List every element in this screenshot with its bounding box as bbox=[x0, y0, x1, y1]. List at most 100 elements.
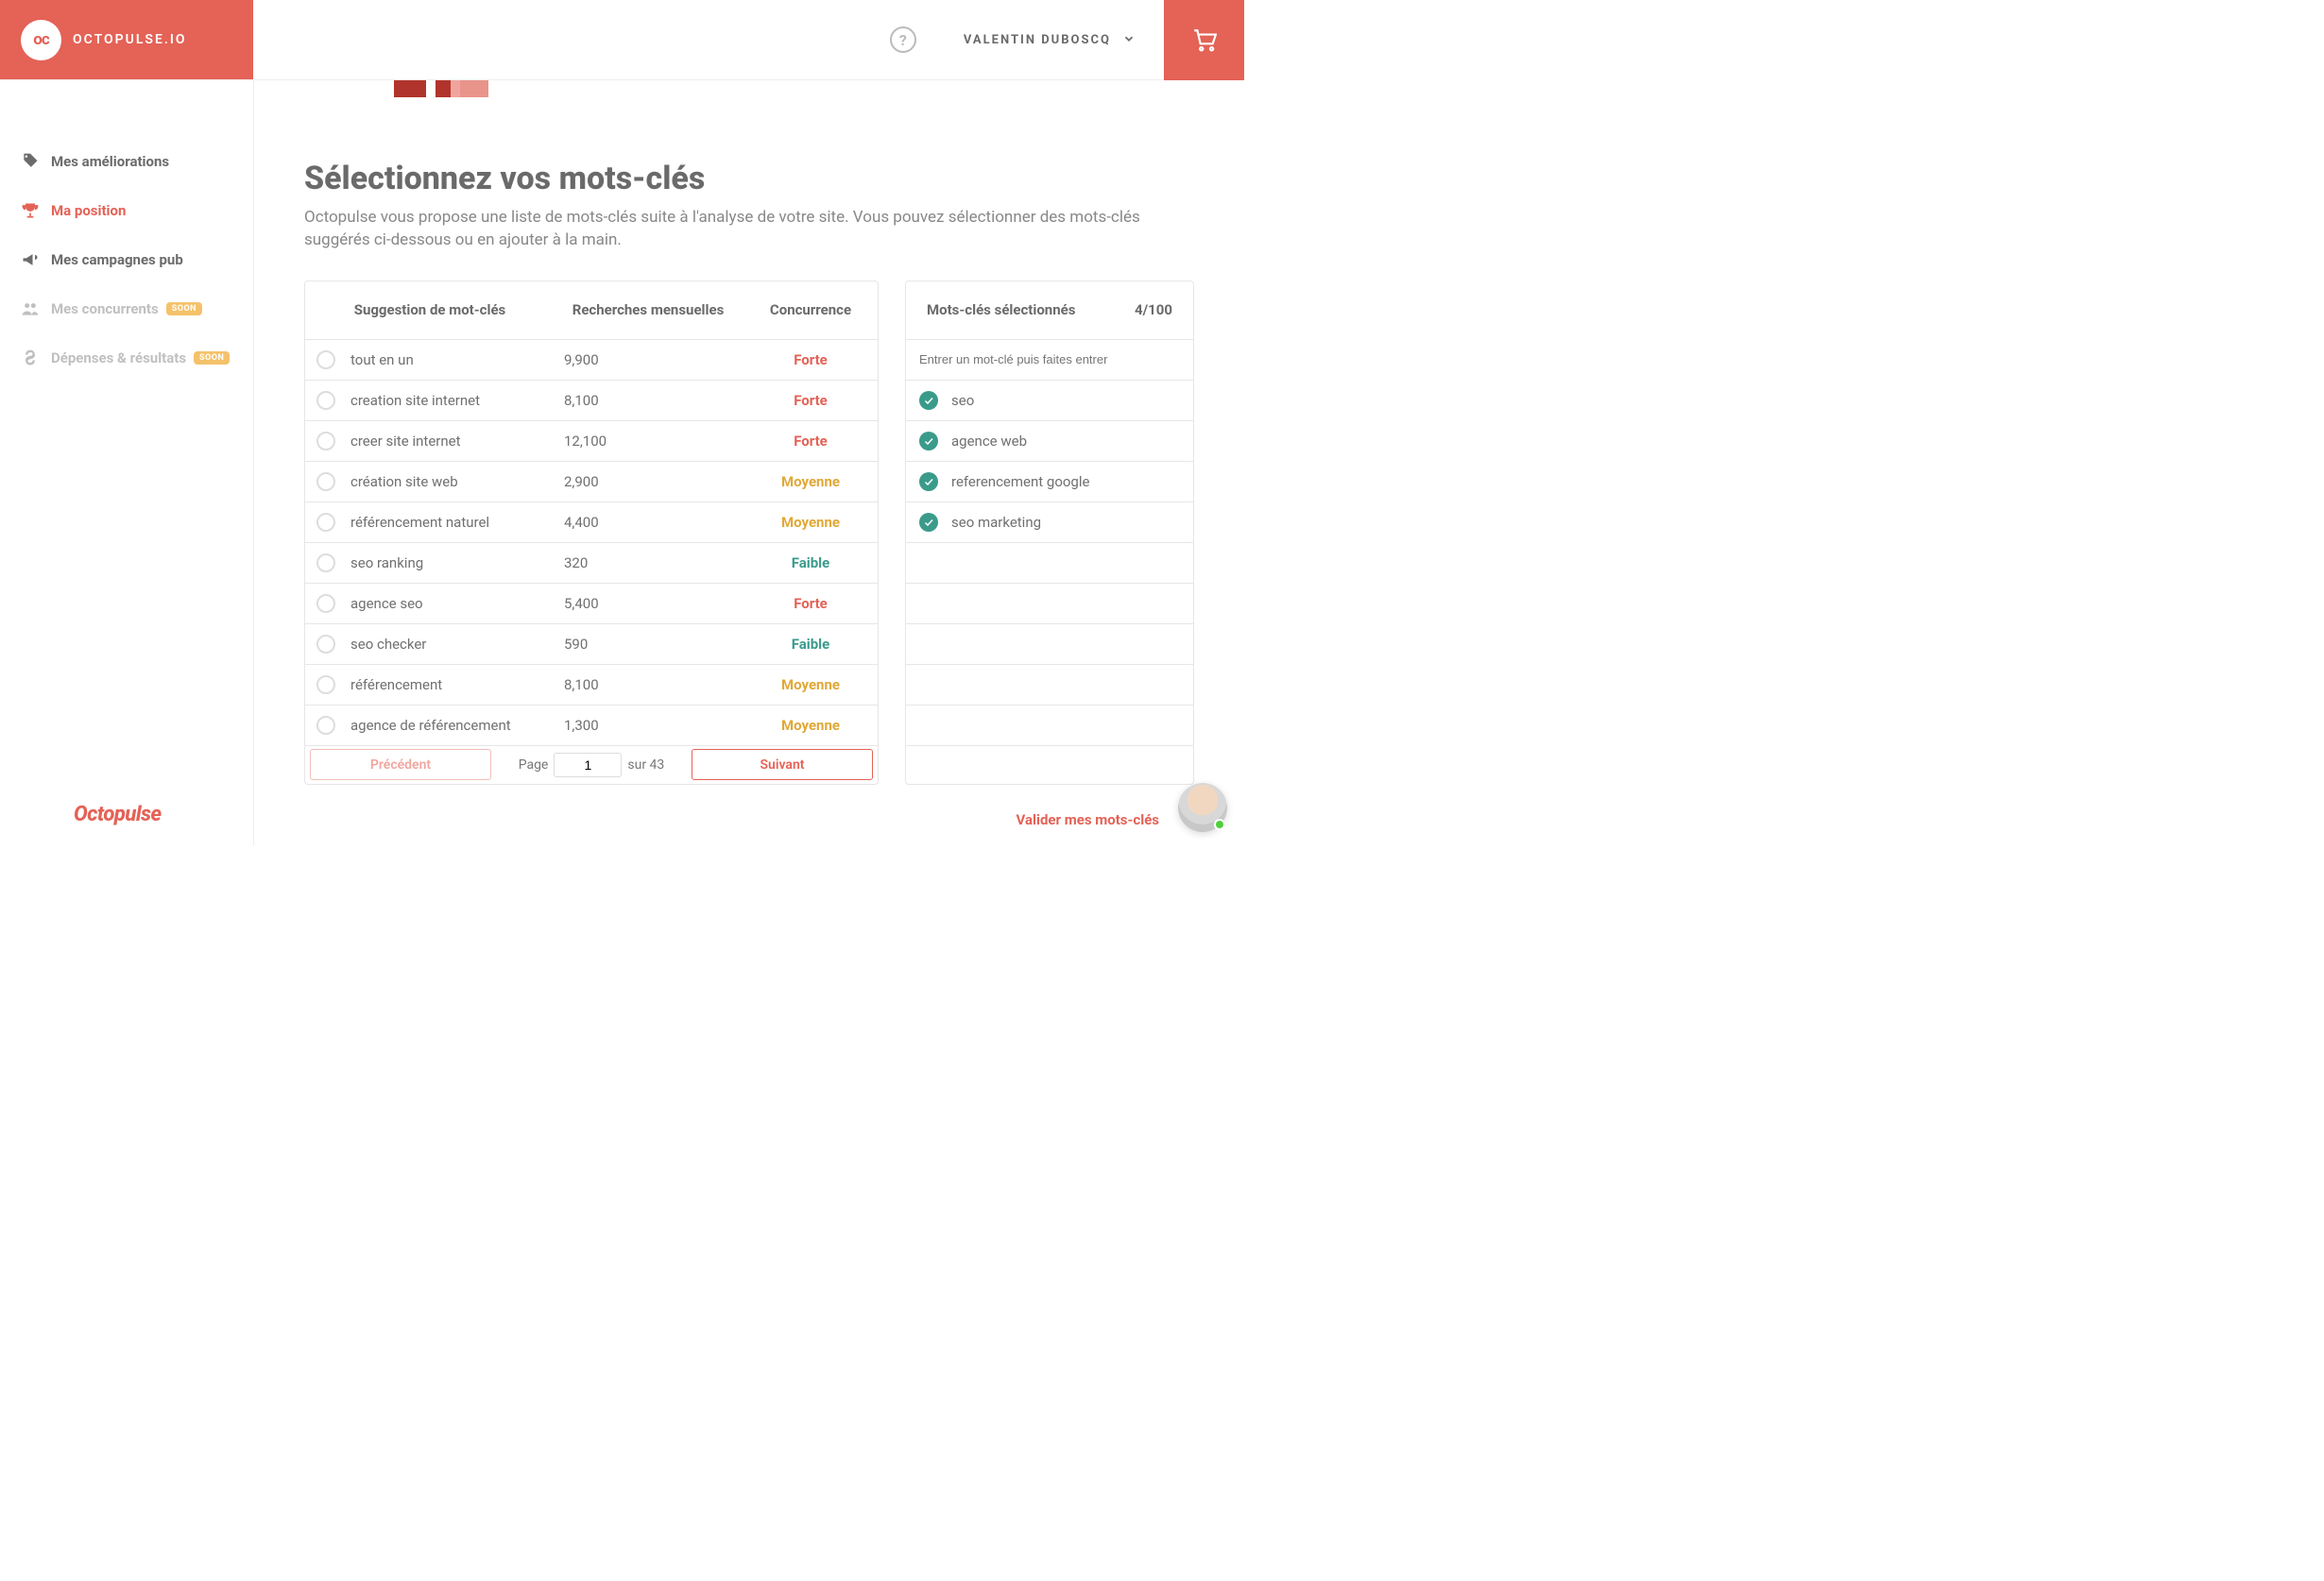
check-icon bbox=[919, 472, 938, 491]
selected-input-row bbox=[906, 340, 1193, 381]
keyword-text: agence seo bbox=[350, 595, 423, 612]
select-radio[interactable] bbox=[316, 391, 335, 410]
page-input[interactable] bbox=[554, 753, 622, 777]
empty-row bbox=[906, 665, 1193, 706]
selected-header: Mots-clés sélectionnés 4/100 bbox=[906, 281, 1193, 340]
searches-value: 1,300 bbox=[555, 717, 742, 734]
selected-keyword: agence web bbox=[951, 433, 1027, 450]
keyword-text: seo checker bbox=[350, 636, 426, 653]
suggestions-table: Suggestion de mot-clés Recherches mensue… bbox=[304, 280, 879, 785]
selected-panel: Mots-clés sélectionnés 4/100 seo agence w… bbox=[905, 280, 1194, 785]
sidebar-item-label: Ma position bbox=[51, 202, 126, 219]
competition-value: Forte bbox=[742, 595, 880, 612]
table-row: creation site internet8,100Forte bbox=[305, 381, 878, 421]
competition-value: Forte bbox=[742, 392, 880, 409]
table-row: seo ranking320Faible bbox=[305, 543, 878, 584]
keyword-text: seo ranking bbox=[350, 554, 423, 571]
selected-row[interactable]: seo marketing bbox=[906, 502, 1193, 543]
cart-icon bbox=[1192, 27, 1217, 52]
table-row: seo checker590Faible bbox=[305, 624, 878, 665]
competition-value: Forte bbox=[742, 351, 880, 368]
select-radio[interactable] bbox=[316, 635, 335, 654]
select-radio[interactable] bbox=[316, 432, 335, 450]
check-icon bbox=[919, 432, 938, 450]
page-total: sur 43 bbox=[627, 757, 664, 773]
help-icon[interactable]: ? bbox=[890, 26, 916, 53]
keyword-input[interactable] bbox=[919, 352, 1180, 366]
trophy-icon bbox=[19, 199, 42, 222]
page-subtitle: Octopulse vous propose une liste de mots… bbox=[304, 207, 1188, 252]
page-title: Sélectionnez vos mots-clés bbox=[304, 160, 1244, 197]
sidebar-item-label: Mes concurrents bbox=[51, 300, 159, 317]
keyword-text: création site web bbox=[350, 473, 458, 490]
megaphone-icon bbox=[19, 248, 42, 271]
competition-value: Moyenne bbox=[742, 717, 880, 734]
keyword-text: référencement bbox=[350, 676, 442, 693]
chart-strip bbox=[394, 80, 1244, 97]
selected-row[interactable]: referencement google bbox=[906, 462, 1193, 502]
keyword-text: creer site internet bbox=[350, 433, 461, 450]
soon-badge: SOON bbox=[166, 302, 202, 315]
selected-row[interactable]: agence web bbox=[906, 421, 1193, 462]
table-row: creer site internet12,100Forte bbox=[305, 421, 878, 462]
selected-title: Mots-clés sélectionnés bbox=[927, 301, 1075, 318]
next-button[interactable]: Suivant bbox=[692, 749, 873, 780]
competition-value: Moyenne bbox=[742, 473, 880, 490]
sidebar-item-3[interactable]: Mes concurrents SOON bbox=[0, 284, 253, 333]
people-icon bbox=[19, 298, 42, 320]
chevron-down-icon[interactable] bbox=[1122, 31, 1136, 49]
empty-row bbox=[906, 584, 1193, 624]
logo-badge: oc bbox=[21, 20, 61, 60]
select-radio[interactable] bbox=[316, 716, 335, 735]
competition-value: Faible bbox=[742, 554, 880, 571]
table-footer: Précédent Page sur 43 Suivant bbox=[305, 746, 878, 784]
header-brand: oc OCTOPULSE.IO bbox=[0, 0, 253, 79]
empty-row bbox=[906, 624, 1193, 665]
col-competition: Concurrence bbox=[742, 301, 880, 318]
table-row: référencement8,100Moyenne bbox=[305, 665, 878, 706]
validate-button[interactable]: Valider mes mots-clés bbox=[1017, 811, 1159, 828]
check-icon bbox=[919, 391, 938, 410]
table-header: Suggestion de mot-clés Recherches mensue… bbox=[305, 281, 878, 340]
table-row: tout en un9,900Forte bbox=[305, 340, 878, 381]
select-radio[interactable] bbox=[316, 472, 335, 491]
keyword-text: référencement naturel bbox=[350, 514, 489, 531]
sidebar: Mes améliorations Ma position Mes campagne… bbox=[0, 80, 253, 845]
select-radio[interactable] bbox=[316, 594, 335, 613]
sidebar-item-label: Mes campagnes pub bbox=[51, 251, 183, 268]
select-radio[interactable] bbox=[316, 675, 335, 694]
selected-keyword: seo marketing bbox=[951, 514, 1041, 531]
searches-value: 4,400 bbox=[555, 514, 742, 531]
header-right: ? VALENTIN DUBOSCQ bbox=[253, 0, 1244, 79]
col-keyword: Suggestion de mot-clés bbox=[305, 301, 555, 318]
user-menu[interactable]: VALENTIN DUBOSCQ bbox=[964, 33, 1111, 47]
searches-value: 8,100 bbox=[555, 676, 742, 693]
col-searches: Recherches mensuelles bbox=[555, 301, 742, 318]
money-icon bbox=[19, 347, 42, 369]
select-radio[interactable] bbox=[316, 350, 335, 369]
cart-button[interactable] bbox=[1164, 0, 1244, 80]
main-content: Sélectionnez vos mots-clés Octopulse vou… bbox=[253, 80, 1244, 845]
table-row: agence seo 5,400Forte bbox=[305, 584, 878, 624]
sidebar-item-label: Dépenses & résultats bbox=[51, 349, 186, 366]
sidebar-item-2[interactable]: Mes campagnes pub bbox=[0, 235, 253, 284]
prev-button[interactable]: Précédent bbox=[310, 749, 491, 780]
sidebar-item-4[interactable]: Dépenses & résultatsSOON bbox=[0, 333, 253, 382]
selected-keyword: seo bbox=[951, 392, 974, 409]
selected-row[interactable]: seo bbox=[906, 381, 1193, 421]
sidebar-item-1[interactable]: Ma position bbox=[0, 186, 253, 235]
selected-keyword: referencement google bbox=[951, 473, 1089, 490]
searches-value: 2,900 bbox=[555, 473, 742, 490]
logo-text: OCTOPULSE.IO bbox=[73, 32, 187, 47]
searches-value: 5,400 bbox=[555, 595, 742, 612]
searches-value: 9,900 bbox=[555, 351, 742, 368]
sidebar-item-0[interactable]: Mes améliorations bbox=[0, 137, 253, 186]
check-icon bbox=[919, 513, 938, 532]
empty-row bbox=[906, 543, 1193, 584]
select-radio[interactable] bbox=[316, 513, 335, 532]
header: oc OCTOPULSE.IO ? VALENTIN DUBOSCQ bbox=[0, 0, 1244, 80]
select-radio[interactable] bbox=[316, 553, 335, 572]
brand-footer: Octopulse bbox=[74, 803, 162, 826]
page-label: Page bbox=[519, 757, 549, 773]
table-row: création site web 2,900Moyenne bbox=[305, 462, 878, 502]
